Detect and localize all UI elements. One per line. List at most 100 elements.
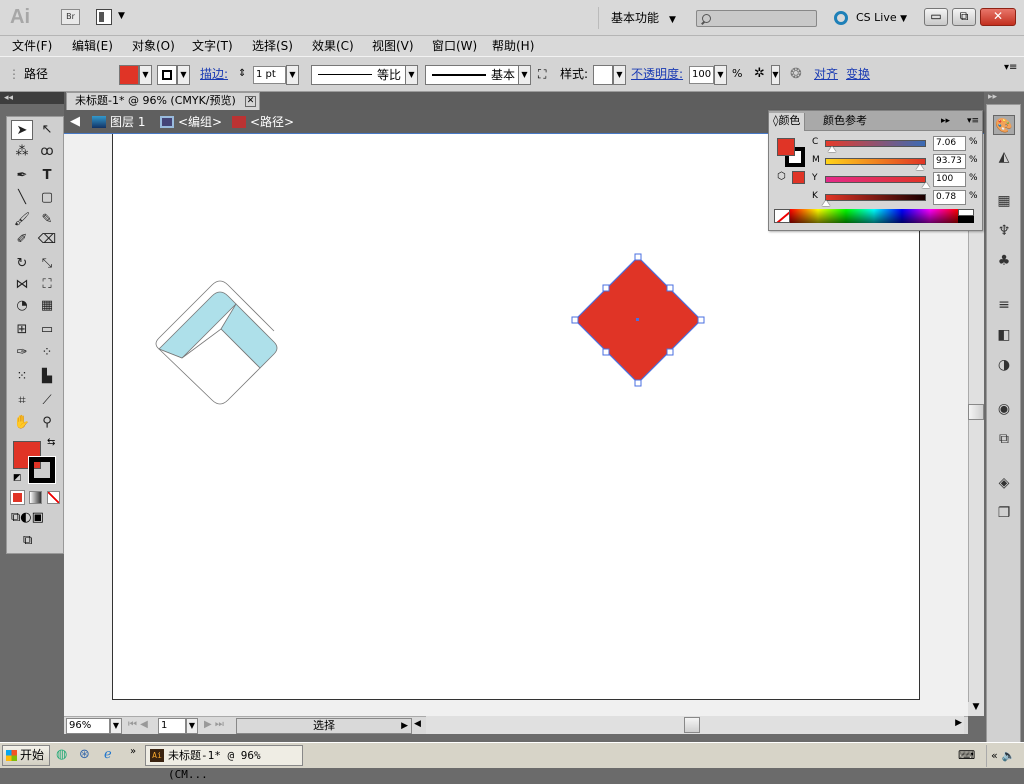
screen-mode-icon[interactable]: ⧉	[23, 533, 32, 548]
paintbrush-tool-icon[interactable]: 🖌	[11, 210, 33, 230]
panel-options-icon[interactable]: ▾≡	[963, 113, 983, 131]
opacity-dropdown[interactable]: ▼	[714, 65, 727, 85]
help-search-input[interactable]	[696, 10, 817, 27]
none-mode-icon[interactable]	[47, 491, 60, 504]
anchor-point[interactable]	[602, 284, 610, 292]
brushes-icon[interactable]: ♆	[993, 221, 1015, 241]
none-color-swatch[interactable]	[774, 209, 790, 223]
artboards-panel-icon[interactable]: ❐	[993, 503, 1015, 523]
brush-options-icon[interactable]: ⛶	[538, 65, 546, 85]
back-arrow-icon[interactable]: ◀	[70, 110, 80, 134]
shape-builder-tool-icon[interactable]: ◔	[11, 296, 33, 316]
anchor-point[interactable]	[634, 253, 642, 261]
fill-color-swatch[interactable]	[119, 65, 139, 85]
anchor-point[interactable]	[634, 379, 642, 387]
first-artboard-icon[interactable]: ⏮ ◀	[128, 719, 148, 730]
anchor-point[interactable]	[697, 316, 705, 324]
anchor-point[interactable]	[571, 316, 579, 324]
gradient-mode-icon[interactable]	[29, 491, 42, 504]
style-dropdown[interactable]: ▼	[613, 65, 626, 85]
stroke-link[interactable]: 描边:	[200, 65, 228, 85]
yellow-slider-track[interactable]	[825, 176, 926, 183]
line-tool-icon[interactable]: ╲	[11, 188, 33, 208]
zoom-tool-icon[interactable]: ⚲	[36, 413, 58, 433]
stroke-stepper-icon[interactable]: ⇕	[238, 65, 246, 85]
keyboard-icon[interactable]: ⌨	[958, 748, 975, 762]
color-guide-icon[interactable]: ◭	[993, 147, 1015, 167]
scroll-right-icon[interactable]: ▶	[955, 718, 962, 728]
menu-object[interactable]: 对象(O)	[132, 38, 175, 54]
horizontal-scroll-thumb[interactable]	[684, 717, 700, 733]
fill-dropdown[interactable]: ▼	[139, 65, 152, 85]
selection-tool-icon[interactable]: ➤	[11, 120, 33, 140]
color-mode-icon[interactable]	[10, 490, 25, 505]
bridge-button[interactable]: Br	[61, 9, 80, 25]
opacity-input[interactable]: 100	[689, 66, 714, 84]
panel-menu-icon[interactable]: ▾≡	[1004, 59, 1017, 79]
close-button[interactable]: ✕	[980, 8, 1016, 26]
rotate-tool-icon[interactable]: ↻	[11, 254, 33, 274]
variable-width-profile[interactable]: 等比	[311, 65, 406, 85]
yellow-slider-thumb[interactable]	[922, 182, 930, 188]
stroke-weight-input[interactable]: 1 pt	[253, 66, 286, 84]
scroll-left-icon[interactable]: ◀	[414, 719, 421, 729]
taskbar-illustrator-item[interactable]: Ai 未标题-1* @ 96% (CM...	[145, 745, 303, 781]
ie-icon[interactable]: ℯ	[104, 747, 112, 762]
magenta-value-input[interactable]: 93.73	[933, 154, 966, 169]
profile-dropdown[interactable]: ▼	[405, 65, 418, 85]
symbol-sprayer-tool-icon[interactable]: ⁙	[11, 367, 33, 387]
zoom-input[interactable]: 96%	[66, 718, 110, 734]
menu-view[interactable]: 视图(V)	[372, 38, 414, 54]
magenta-slider-thumb[interactable]	[916, 164, 924, 170]
stroke-color-box[interactable]	[28, 456, 56, 484]
magenta-slider-track[interactable]	[825, 158, 926, 165]
minimize-button[interactable]: ▭	[924, 8, 948, 26]
status-info[interactable]: 选择 ▶	[236, 718, 412, 734]
align-link[interactable]: 对齐	[814, 65, 838, 85]
menu-select[interactable]: 选择(S)	[252, 38, 293, 54]
recolor-dropdown[interactable]: ▼	[771, 65, 780, 85]
scroll-down-icon[interactable]: ▼	[968, 702, 984, 716]
black-value-input[interactable]: 0.78	[933, 190, 966, 205]
brush-definition[interactable]: 基本	[425, 65, 520, 85]
collapse-panel-icon[interactable]: ▸▸	[937, 113, 954, 131]
breadcrumb-layer[interactable]: 图层 1	[92, 110, 145, 134]
eraser-tool-icon[interactable]: ⌫	[36, 230, 58, 250]
out-of-gamut-icon[interactable]: ⬡	[777, 171, 786, 182]
artboard-tool-icon[interactable]: ⌗	[11, 391, 33, 411]
vertical-scroll-thumb[interactable]	[968, 404, 984, 420]
volume-icon[interactable]: 🔈	[1002, 749, 1016, 762]
color-spectrum-bar[interactable]	[790, 209, 958, 223]
menu-window[interactable]: 窗口(W)	[432, 38, 477, 54]
background-group-shape[interactable]	[155, 280, 278, 405]
transparency-panel-icon[interactable]: ◑	[993, 355, 1015, 375]
swap-colors-icon[interactable]: ⇆	[47, 437, 55, 448]
yellow-value-input[interactable]: 100	[933, 172, 966, 187]
gradient-tool-icon[interactable]: ▭	[36, 320, 58, 340]
stroke-weight-dropdown[interactable]: ▼	[286, 65, 299, 85]
scale-tool-icon[interactable]: ⤡	[36, 254, 58, 274]
menu-file[interactable]: 文件(F)	[12, 38, 52, 54]
artboard-number-input[interactable]: 1	[158, 718, 186, 734]
mesh-tool-icon[interactable]: ⊞	[11, 320, 33, 340]
type-tool-icon[interactable]: T	[36, 166, 58, 186]
appearance-panel-icon[interactable]: ◉	[993, 399, 1015, 419]
cs-live-menu[interactable]: CS Live ▼	[834, 9, 907, 28]
hand-tool-icon[interactable]: ✋	[11, 413, 33, 433]
black-swatch[interactable]	[958, 216, 974, 223]
anchor-point[interactable]	[602, 348, 610, 356]
layers-panel-icon[interactable]: ◈	[993, 473, 1015, 493]
brush-dropdown[interactable]: ▼	[518, 65, 531, 85]
pencil-tool-icon[interactable]: ✎	[36, 210, 58, 230]
isolation-icon[interactable]: ❂	[790, 65, 802, 85]
graphic-style-swatch[interactable]	[593, 65, 613, 85]
document-tab[interactable]: 未标题-1* @ 96% (CMYK/预览) ✕	[66, 92, 260, 110]
direct-selection-tool-icon[interactable]: ↖	[36, 120, 58, 140]
start-button[interactable]: 开始	[2, 745, 50, 766]
arrange-documents-button[interactable]: ▼	[96, 9, 130, 25]
cyan-value-input[interactable]: 7.06	[933, 136, 966, 151]
recolor-artwork-icon[interactable]: ✲	[754, 65, 765, 85]
chrome-icon[interactable]: ◍	[56, 747, 67, 762]
magic-wand-tool-icon[interactable]: ⁂	[11, 142, 33, 162]
slice-tool-icon[interactable]: ⟋	[36, 391, 58, 411]
